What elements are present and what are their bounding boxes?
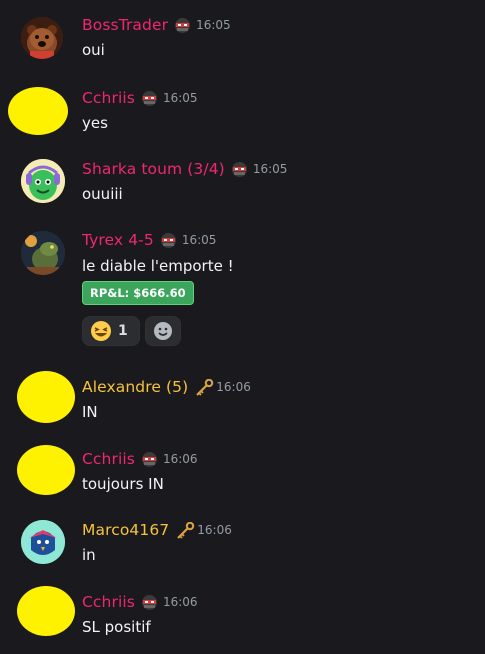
message-text: in <box>82 546 96 564</box>
message-text: le diable l'emporte ! <box>82 257 234 275</box>
avatar[interactable] <box>8 87 68 135</box>
timestamp: 16:06 <box>197 523 232 537</box>
timestamp: 16:05 <box>252 162 288 176</box>
timestamp: 16:06 <box>216 380 251 394</box>
username[interactable]: Tyrex 4-5 <box>82 231 154 249</box>
avatar[interactable] <box>21 17 63 59</box>
ninja-role-icon <box>231 161 248 178</box>
avatar[interactable] <box>17 586 75 636</box>
username[interactable]: Marco4167 <box>82 521 169 539</box>
message-text: yes <box>82 114 108 132</box>
key-role-icon <box>194 378 214 396</box>
pnl-badge: RP&L: $666.60 <box>82 281 194 305</box>
add-reaction-icon <box>153 321 173 341</box>
avatar[interactable] <box>17 371 75 423</box>
avatar[interactable] <box>21 231 65 275</box>
ninja-role-icon <box>160 232 177 249</box>
bird-avatar-image <box>21 520 65 564</box>
username[interactable]: BossTrader <box>82 16 168 34</box>
ninja-role-icon <box>141 451 158 468</box>
reaction-laughing[interactable]: 1 <box>82 316 140 346</box>
monster-avatar-image <box>21 159 65 203</box>
avatar[interactable] <box>17 445 75 495</box>
bear-avatar-image <box>21 17 63 59</box>
dino-avatar-image <box>21 231 65 275</box>
reaction-count: 1 <box>118 323 128 339</box>
avatar[interactable] <box>21 520 65 564</box>
timestamp: 16:05 <box>181 233 217 247</box>
add-reaction-button[interactable] <box>145 316 181 346</box>
ninja-role-icon <box>174 17 191 34</box>
timestamp: 16:05 <box>196 18 231 32</box>
laughing-emoji-icon <box>90 320 112 342</box>
message-text: SL positif <box>82 618 151 636</box>
key-role-icon <box>175 521 195 539</box>
ninja-role-icon <box>141 594 158 611</box>
timestamp: 16:06 <box>162 595 198 609</box>
username[interactable]: Sharka toum (3/4) <box>82 160 225 178</box>
username[interactable]: Alexandre (5) <box>82 378 188 396</box>
message-text: ouuiii <box>82 185 123 203</box>
ninja-role-icon <box>141 90 158 107</box>
username[interactable]: Cchriis <box>82 593 135 611</box>
timestamp: 16:05 <box>162 91 198 105</box>
message-text: toujours IN <box>82 475 164 493</box>
message-text: oui <box>82 41 105 59</box>
username[interactable]: Cchriis <box>82 450 135 468</box>
timestamp: 16:06 <box>162 452 198 466</box>
username[interactable]: Cchriis <box>82 89 135 107</box>
message-text: IN <box>82 403 98 421</box>
avatar[interactable] <box>21 159 65 203</box>
